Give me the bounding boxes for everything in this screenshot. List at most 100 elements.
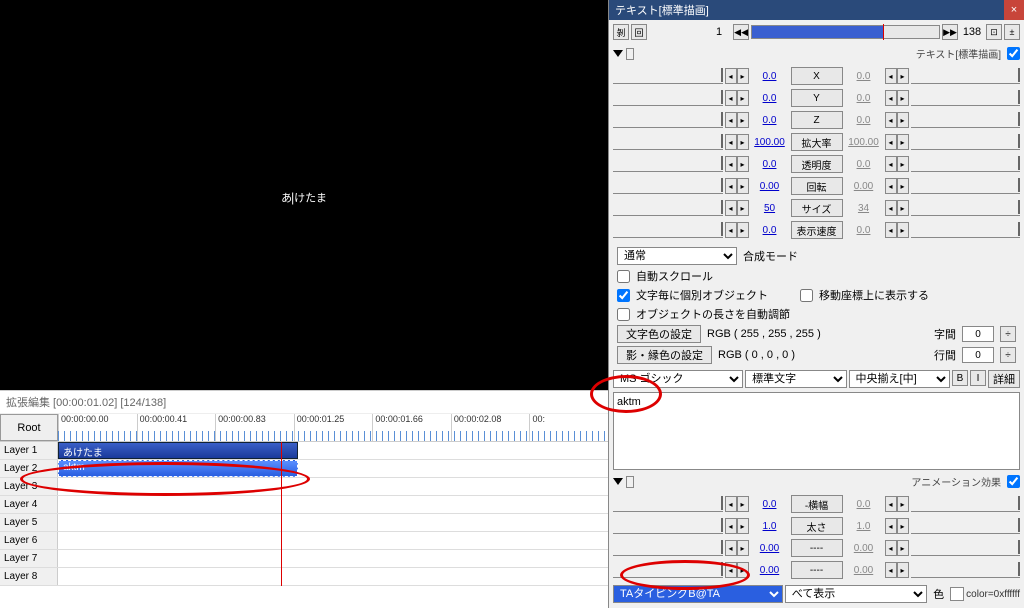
step-up-icon[interactable]: ▸ [897,178,909,194]
param-name-button[interactable]: X [791,67,843,85]
param-slider-left[interactable] [613,496,723,512]
playhead[interactable] [281,442,282,586]
step-up-icon[interactable]: ▸ [737,178,749,194]
auto-scroll-checkbox[interactable] [617,270,630,283]
step-up-icon[interactable]: ▸ [737,518,749,534]
layer-track[interactable] [58,496,608,513]
param-name-button[interactable]: 表示速度 [791,221,843,239]
step-up-icon[interactable]: ▸ [897,68,909,84]
titlebar[interactable]: テキスト[標準描画] × [609,0,1024,20]
param-value-left[interactable]: 0.0 [751,225,789,236]
step-down-icon[interactable]: ◂ [725,540,737,556]
step-down-icon[interactable]: ◂ [725,90,737,106]
param-value-right[interactable]: 0.00 [845,181,883,192]
param-value-left[interactable]: 0.0 [751,115,789,126]
layer-track[interactable] [58,550,608,567]
bold-button[interactable]: B [952,370,968,386]
layer-label[interactable]: Layer 6 [0,532,58,549]
param-name-button[interactable]: 拡大率 [791,133,843,151]
step-up-icon[interactable]: ▸ [897,496,909,512]
anim-show-select[interactable]: べて表示 [785,585,927,603]
frame-slider[interactable] [751,25,940,39]
param-slider-left[interactable] [613,112,723,128]
char-spacing-stepper[interactable]: ÷ [1000,326,1016,342]
param-slider-left[interactable] [613,90,723,106]
timeline-row[interactable]: Layer 2aktm [0,460,608,478]
collapse-icon[interactable] [613,50,623,57]
style-select[interactable]: 標準文字 [745,370,846,388]
param-slider-right[interactable] [911,156,1021,172]
param-value-right[interactable]: 34 [845,203,883,214]
per-char-checkbox[interactable] [617,289,630,302]
step-down-icon[interactable]: ◂ [725,68,737,84]
step-down-icon[interactable]: ◂ [725,222,737,238]
param-name-button[interactable]: ---- [791,561,843,579]
param-slider-right[interactable] [911,112,1021,128]
param-slider-right[interactable] [911,134,1021,150]
step-up-icon[interactable]: ▸ [897,562,909,578]
step-up-icon[interactable]: ▸ [897,134,909,150]
step-down-icon[interactable]: ◂ [725,200,737,216]
section-enable-checkbox[interactable] [1007,47,1020,60]
close-icon[interactable]: × [1004,0,1024,20]
step-up-icon[interactable]: ▸ [737,134,749,150]
loop-icon[interactable]: 回 [631,24,647,40]
param-slider-left[interactable] [613,562,723,578]
grip-icon[interactable] [626,476,634,488]
font-select[interactable]: MS ゴシック [613,370,743,388]
layer-icon[interactable]: 剝 [613,24,629,40]
param-slider-right[interactable] [911,222,1021,238]
line-spacing-field[interactable] [962,347,994,363]
root-button[interactable]: Root [0,414,58,441]
step-down-icon[interactable]: ◂ [725,156,737,172]
layer-track[interactable] [58,478,608,495]
step-up-icon[interactable]: ▸ [897,156,909,172]
param-name-button[interactable]: ---- [791,539,843,557]
param-value-left[interactable]: 0.00 [751,543,789,554]
step-down-icon[interactable]: ◂ [885,496,897,512]
param-slider-left[interactable] [613,518,723,534]
frame-first-icon[interactable]: ◀◀ [733,24,749,40]
step-down-icon[interactable]: ◂ [725,562,737,578]
section-text-header[interactable]: テキスト[標準描画] [609,44,1024,63]
text-input[interactable]: aktm [613,392,1020,470]
step-down-icon[interactable]: ◂ [885,112,897,128]
param-value-left[interactable]: 0.0 [751,93,789,104]
step-down-icon[interactable]: ◂ [885,134,897,150]
param-value-left[interactable]: 1.0 [751,521,789,532]
layer-label[interactable]: Layer 4 [0,496,58,513]
param-slider-right[interactable] [911,518,1021,534]
timeline-clip[interactable]: あけたま [58,442,298,459]
param-value-left[interactable]: 0.0 [751,71,789,82]
step-down-icon[interactable]: ◂ [885,68,897,84]
step-up-icon[interactable]: ▸ [737,68,749,84]
layer-label[interactable]: Layer 7 [0,550,58,567]
section-anim-checkbox[interactable] [1007,475,1020,488]
auto-length-checkbox[interactable] [617,308,630,321]
text-color-button[interactable]: 文字色の設定 [617,325,701,343]
step-down-icon[interactable]: ◂ [885,222,897,238]
step-up-icon[interactable]: ▸ [897,518,909,534]
step-up-icon[interactable]: ▸ [897,112,909,128]
param-name-button[interactable]: サイズ [791,199,843,217]
timeline-row[interactable]: Layer 3 [0,478,608,496]
param-slider-right[interactable] [911,496,1021,512]
collapse-icon[interactable] [613,478,623,485]
param-name-button[interactable]: 回転 [791,177,843,195]
param-slider-right[interactable] [911,90,1021,106]
show-on-cursor-checkbox[interactable] [800,289,813,302]
step-down-icon[interactable]: ◂ [725,112,737,128]
param-value-left[interactable]: 0.00 [751,565,789,576]
param-slider-left[interactable] [613,540,723,556]
param-slider-left[interactable] [613,156,723,172]
timeline-clip[interactable]: aktm [58,460,298,477]
line-spacing-stepper[interactable]: ÷ [1000,347,1016,363]
param-value-left[interactable]: 100.00 [751,137,789,148]
step-up-icon[interactable]: ▸ [737,540,749,556]
param-value-left[interactable]: 50 [751,203,789,214]
step-up-icon[interactable]: ▸ [737,200,749,216]
param-value-right[interactable]: 0.0 [845,115,883,126]
step-up-icon[interactable]: ▸ [897,540,909,556]
step-down-icon[interactable]: ◂ [885,90,897,106]
step-up-icon[interactable]: ▸ [737,112,749,128]
